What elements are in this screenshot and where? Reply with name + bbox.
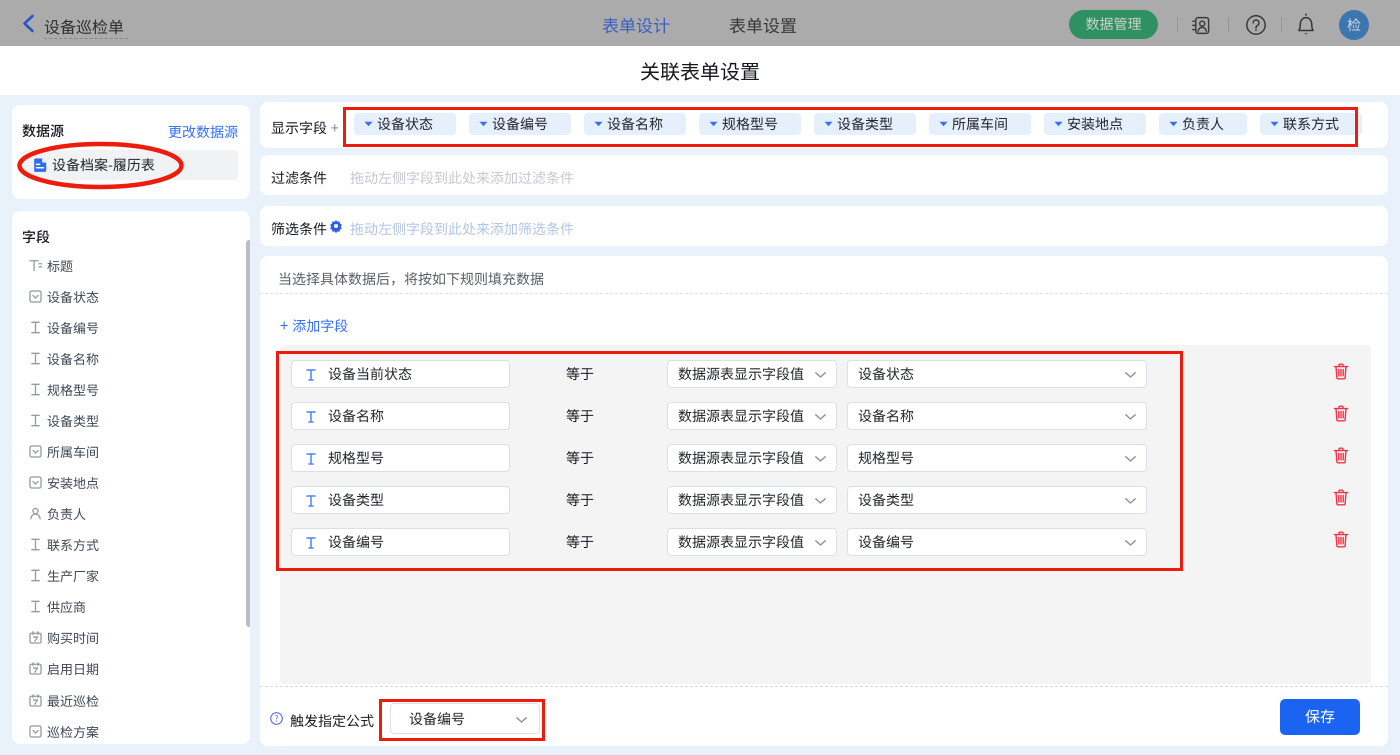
svg-text:?: ?: [274, 712, 278, 724]
